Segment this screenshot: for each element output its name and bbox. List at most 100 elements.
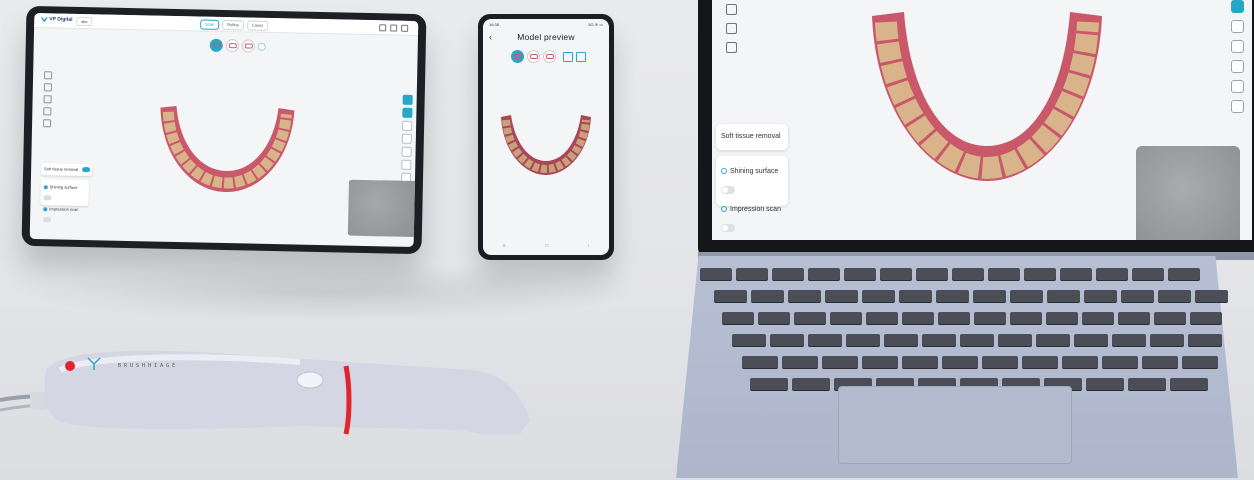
keyboard-key[interactable] — [1182, 356, 1218, 368]
keyboard-key[interactable] — [1154, 312, 1186, 324]
window-control-icon[interactable] — [390, 24, 398, 32]
radio-icon[interactable] — [721, 168, 727, 175]
preview-icon[interactable] — [576, 51, 586, 62]
keyboard-key[interactable] — [862, 290, 895, 302]
keyboard-key[interactable] — [844, 268, 876, 280]
keyboard-key[interactable] — [1188, 334, 1222, 346]
keyboard-key[interactable] — [736, 268, 768, 280]
keyboard-key[interactable] — [751, 290, 784, 302]
radio-icon[interactable] — [721, 206, 727, 213]
keyboard-key[interactable] — [722, 312, 754, 324]
home-icon[interactable]: □ — [545, 243, 548, 249]
keyboard-key[interactable] — [1062, 356, 1098, 368]
trash-icon[interactable] — [726, 42, 737, 53]
keyboard-key[interactable] — [899, 290, 932, 302]
scan-mode-icon[interactable] — [402, 107, 413, 118]
keyboard-key[interactable] — [1082, 312, 1114, 324]
keyboard-key[interactable] — [714, 290, 747, 302]
keyboard-key[interactable] — [942, 356, 978, 368]
keyboard-key[interactable] — [922, 334, 956, 346]
back-nav-icon[interactable]: ‹ — [588, 243, 590, 249]
tool-icon[interactable] — [43, 119, 52, 128]
keyboard-key[interactable] — [700, 268, 732, 280]
tablet-impression-toggle[interactable] — [43, 217, 52, 223]
tool-icon[interactable] — [43, 95, 52, 104]
keyboard-key[interactable] — [1112, 334, 1146, 346]
tool-icon[interactable] — [1231, 80, 1244, 93]
keyboard-key[interactable] — [1060, 268, 1092, 280]
scan-mode-icon[interactable] — [402, 94, 413, 105]
keyboard-key[interactable] — [1047, 290, 1080, 302]
keyboard-key[interactable] — [1036, 334, 1070, 346]
keyboard-key[interactable] — [808, 268, 840, 280]
keyboard-key[interactable] — [952, 268, 984, 280]
keyboard-key[interactable] — [1190, 312, 1222, 324]
keyboard-key[interactable] — [742, 356, 778, 368]
keyboard-key[interactable] — [792, 378, 830, 390]
upper-jaw-icon[interactable] — [209, 38, 223, 52]
keyboard-key[interactable] — [1074, 334, 1108, 346]
keyboard-key[interactable] — [988, 268, 1020, 280]
keyboard-key[interactable] — [825, 290, 858, 302]
keyboard-key[interactable] — [1086, 378, 1124, 390]
tool-icon[interactable] — [402, 120, 413, 131]
keyboard-key[interactable] — [866, 312, 898, 324]
keyboard-key[interactable] — [1084, 290, 1117, 302]
keyboard-key[interactable] — [1096, 268, 1128, 280]
keyboard-key[interactable] — [1142, 356, 1178, 368]
tool-icon[interactable] — [44, 71, 53, 80]
laptop-trackpad[interactable] — [838, 386, 1072, 464]
tool-icon[interactable] — [401, 159, 412, 170]
tablet-shining-toggle[interactable] — [43, 195, 52, 201]
keyboard-key[interactable] — [770, 334, 804, 346]
bite-icon[interactable] — [241, 39, 255, 53]
upper-jaw-icon[interactable] — [511, 50, 524, 63]
tab-refine[interactable]: Refine — [222, 19, 244, 31]
lower-jaw-icon[interactable] — [225, 39, 239, 53]
keyboard-key[interactable] — [902, 356, 938, 368]
keyboard-key[interactable] — [974, 312, 1006, 324]
keyboard-key[interactable] — [1010, 290, 1043, 302]
tool-icon[interactable] — [401, 133, 412, 144]
keyboard-key[interactable] — [916, 268, 948, 280]
tool-icon[interactable] — [726, 23, 737, 34]
keyboard-key[interactable] — [1150, 334, 1184, 346]
keyboard-key[interactable] — [884, 334, 918, 346]
keyboard-key[interactable] — [862, 356, 898, 368]
keyboard-key[interactable] — [982, 356, 1018, 368]
keyboard-key[interactable] — [902, 312, 934, 324]
tab-scan[interactable]: Scan — [200, 19, 220, 30]
keyboard-key[interactable] — [1121, 290, 1154, 302]
edit-icon[interactable] — [563, 51, 573, 62]
keyboard-key[interactable] — [750, 378, 788, 390]
tablet-case-chip[interactable]: abc — [76, 16, 93, 27]
keyboard-key[interactable] — [1024, 268, 1056, 280]
keyboard-key[interactable] — [794, 312, 826, 324]
keyboard-key[interactable] — [772, 268, 804, 280]
radio-icon[interactable] — [43, 207, 48, 212]
menu-icon[interactable]: ≡ — [503, 243, 506, 249]
keyboard-key[interactable] — [1102, 356, 1138, 368]
tool-icon[interactable] — [726, 4, 737, 15]
tool-icon[interactable] — [1231, 20, 1244, 33]
laptop-shining-toggle[interactable] — [721, 186, 735, 195]
add-icon[interactable] — [257, 42, 266, 51]
bite-icon[interactable] — [543, 50, 556, 63]
keyboard-key[interactable] — [830, 312, 862, 324]
keyboard-key[interactable] — [1010, 312, 1042, 324]
settings-icon[interactable] — [1231, 40, 1244, 53]
keyboard-key[interactable] — [1118, 312, 1150, 324]
keyboard-key[interactable] — [1158, 290, 1191, 302]
radio-icon[interactable] — [43, 185, 48, 190]
keyboard-key[interactable] — [732, 334, 766, 346]
keyboard-key[interactable] — [880, 268, 912, 280]
keyboard-key[interactable] — [788, 290, 821, 302]
keyboard-key[interactable] — [1132, 268, 1164, 280]
keyboard-key[interactable] — [938, 312, 970, 324]
window-control-icon[interactable] — [379, 24, 387, 32]
tool-icon[interactable] — [43, 83, 52, 92]
tool-icon[interactable] — [43, 107, 52, 116]
keyboard-key[interactable] — [1195, 290, 1228, 302]
keyboard-key[interactable] — [973, 290, 1006, 302]
lower-jaw-icon[interactable] — [527, 50, 540, 63]
